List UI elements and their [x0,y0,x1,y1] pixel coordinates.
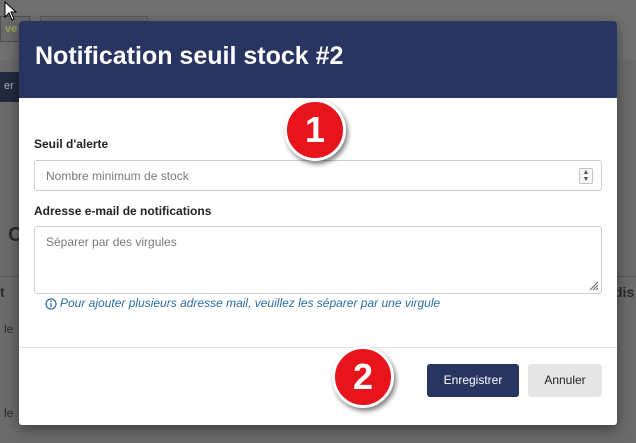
background-status-text: ve [5,23,18,35]
annotation-badge-1: 1 [284,99,346,161]
email-hint: Pour ajouter plusieurs adresse mail, veu… [60,296,441,310]
modal-header: Notification seuil stock #2 [19,21,617,98]
background-row-text: le [4,322,14,336]
email-textarea[interactable]: Séparer par des virgules [34,226,602,294]
info-icon [45,298,57,310]
background-column-header: t [0,284,5,300]
threshold-input[interactable]: Nombre minimum de stock ▲ ▼ [34,160,602,191]
spinner-arrows-icon[interactable]: ▲ ▼ [579,168,593,184]
modal-title: Notification seuil stock #2 [35,42,344,70]
background-button-text: er [4,80,14,92]
notification-modal: Notification seuil stock #2 Seuil d'aler… [19,21,617,425]
save-button[interactable]: Enregistrer [427,364,519,397]
email-placeholder: Séparer par des virgules [46,235,177,249]
mouse-cursor-icon [4,1,18,21]
threshold-placeholder: Nombre minimum de stock [46,169,189,183]
footer-divider [19,347,617,348]
email-label: Adresse e-mail de notifications [34,204,212,218]
cancel-button[interactable]: Annuler [528,364,602,397]
threshold-label: Seuil d'alerte [34,137,109,151]
annotation-badge-2: 2 [332,346,394,408]
background-row-text: le [4,406,14,420]
resize-grip-icon[interactable] [589,281,599,291]
background-column-header: dis [614,284,635,300]
